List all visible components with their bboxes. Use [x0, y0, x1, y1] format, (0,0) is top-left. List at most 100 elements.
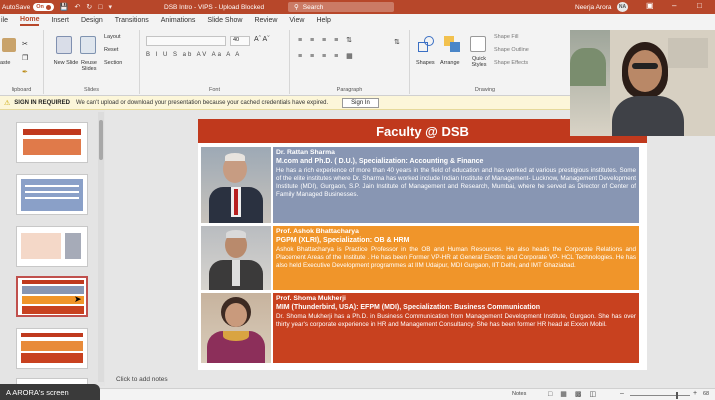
- notes-pane[interactable]: Click to add notes: [106, 376, 715, 388]
- customize-toolbar-icon[interactable]: ▾: [109, 3, 113, 11]
- title-bar: AutoSave On 💾 ↶ ↻ □ ▾ DSB Intro - VIPS -…: [0, 0, 715, 14]
- clipboard-group-label: lipboard: [11, 87, 32, 93]
- tab-transitions[interactable]: Transitions: [115, 17, 149, 25]
- faculty-qualification: M.com and Ph.D. ( D.U.), Specialization:…: [276, 157, 484, 165]
- tab-home[interactable]: Home: [20, 16, 40, 26]
- document-title: DSB Intro - VIPS - Upload Blocked: [164, 3, 265, 11]
- slides-group: New Slide Reuse Slides Layout Reset Sect…: [44, 30, 140, 94]
- tab-animations[interactable]: Animations: [161, 17, 196, 25]
- font-name-dropdown[interactable]: [146, 36, 226, 46]
- redo-icon[interactable]: ↻: [86, 3, 92, 11]
- new-slide-icon[interactable]: [56, 36, 72, 54]
- font-size-dropdown[interactable]: 40: [230, 36, 250, 46]
- warning-icon: ⚠: [4, 99, 11, 107]
- quick-styles-icon[interactable]: [470, 36, 486, 52]
- autosave-toggle[interactable]: On: [33, 3, 54, 11]
- shape-fill-button[interactable]: Shape Fill: [494, 34, 518, 40]
- shapes-button[interactable]: Shapes: [416, 60, 435, 66]
- ribbon-tabs: ile Home Insert Design Transitions Anima…: [0, 14, 715, 28]
- copy-icon[interactable]: ❐: [22, 54, 28, 62]
- autosave-state: On: [36, 4, 44, 10]
- slide-canvas[interactable]: Faculty @ DSB Dr. Rattan Sharma M.com an…: [198, 119, 647, 370]
- ribbon-display-icon[interactable]: ▣: [646, 1, 654, 10]
- slide-thumbnail-pane: ➤: [0, 110, 105, 386]
- view-buttons[interactable]: □▦▩◫: [548, 390, 604, 398]
- avatar[interactable]: NA: [617, 2, 628, 12]
- toggle-knob: [45, 4, 51, 10]
- notes-placeholder[interactable]: Click to add notes: [116, 376, 168, 383]
- save-icon[interactable]: 💾: [60, 3, 69, 11]
- align-buttons[interactable]: ≡ ≡ ≡ ≡ ▦: [298, 52, 356, 60]
- tab-insert[interactable]: Insert: [51, 17, 69, 25]
- slide-editor: Faculty @ DSB Dr. Rattan Sharma M.com an…: [106, 110, 715, 376]
- paste-icon[interactable]: [2, 38, 16, 52]
- slide-thumbnail[interactable]: [16, 122, 88, 163]
- font-group-label: Font: [208, 87, 220, 93]
- text-direction-icon[interactable]: ⇅: [394, 38, 400, 46]
- shape-outline-button[interactable]: Shape Outline: [494, 47, 529, 53]
- faculty-photo[interactable]: [201, 226, 271, 290]
- autosave-label: AutoSave: [2, 3, 31, 11]
- faculty-photo[interactable]: [201, 293, 271, 363]
- thumbnail-scrollbar[interactable]: [98, 112, 104, 382]
- status-bar: Notes □▦▩◫ – + 68: [0, 388, 715, 400]
- notes-toggle-button[interactable]: Notes: [512, 391, 526, 397]
- reuse-slides-icon[interactable]: [80, 36, 96, 54]
- arrange-button[interactable]: Arrange: [440, 60, 460, 66]
- slides-group-label: Slides: [84, 87, 99, 93]
- faculty-name: Prof. Ashok Bhattacharya: [276, 228, 359, 235]
- zoom-slider[interactable]: [630, 395, 690, 396]
- minimize-icon[interactable]: –: [672, 1, 676, 10]
- slide-thumbnail[interactable]: [16, 328, 88, 369]
- user-name[interactable]: Neerja Arora: [575, 4, 612, 11]
- shape-effects-button[interactable]: Shape Effects: [494, 60, 528, 66]
- tab-slide-show[interactable]: Slide Show: [207, 17, 242, 25]
- tab-review[interactable]: Review: [254, 17, 277, 25]
- maximize-icon[interactable]: □: [697, 1, 702, 10]
- zoom-in-icon[interactable]: +: [693, 390, 697, 397]
- tab-design[interactable]: Design: [81, 17, 103, 25]
- faculty-bio: Dr. Shoma Mukherji has a Ph.D. in Busine…: [276, 312, 636, 328]
- faculty-photo[interactable]: [201, 147, 271, 223]
- tab-file[interactable]: ile: [1, 17, 8, 25]
- tab-view[interactable]: View: [289, 17, 304, 25]
- reset-button[interactable]: Reset: [104, 47, 118, 53]
- zoom-level[interactable]: 68: [703, 391, 709, 397]
- list-buttons[interactable]: ≡ ≡ ≡ ≡ ⇅: [298, 36, 355, 44]
- screen-share-label: A ARORA's screen: [0, 384, 100, 400]
- new-slide-button[interactable]: New Slide: [53, 60, 79, 66]
- arrange-icon[interactable]: [444, 36, 462, 54]
- paste-label[interactable]: aste: [0, 60, 10, 66]
- font-group: 40 Aˆ Aˇ B I U S ab AV Aa A A Font: [140, 30, 290, 94]
- drawing-group: Shapes Arrange Quick Styles Shape Fill S…: [410, 30, 560, 94]
- undo-icon[interactable]: ↶: [75, 3, 81, 11]
- slide-thumbnail-selected[interactable]: ➤: [16, 276, 88, 317]
- zoom-out-icon[interactable]: –: [620, 390, 624, 397]
- search-input[interactable]: ⚲ Search: [288, 2, 394, 12]
- layout-button[interactable]: Layout: [104, 34, 121, 40]
- faculty-name: Prof. Shoma Mukherji: [276, 295, 346, 302]
- slide-thumbnail[interactable]: [16, 226, 88, 267]
- faculty-bio: Ashok Bhattacharya is Practice Professor…: [276, 245, 636, 269]
- quick-styles-button[interactable]: Quick Styles: [468, 56, 490, 69]
- font-format-buttons[interactable]: B I U S ab AV Aa A A: [146, 52, 241, 58]
- cut-icon[interactable]: ✂: [22, 40, 28, 48]
- sign-in-button[interactable]: Sign In: [342, 97, 379, 108]
- webcam-video: [570, 30, 715, 136]
- present-icon[interactable]: □: [98, 4, 102, 11]
- mouse-cursor-icon: ➤: [74, 294, 82, 304]
- tab-help[interactable]: Help: [316, 17, 330, 25]
- grow-font-icon[interactable]: Aˆ Aˇ: [254, 36, 270, 43]
- search-placeholder: Search: [302, 3, 324, 11]
- scrollbar-handle[interactable]: [99, 120, 103, 160]
- section-button[interactable]: Section: [104, 60, 122, 66]
- reuse-slides-button[interactable]: Reuse Slides: [77, 60, 101, 73]
- shapes-icon[interactable]: [418, 36, 436, 54]
- zoom-slider-thumb[interactable]: [676, 392, 678, 399]
- faculty-qualification: MIM (Thunderbird, USA): EFPM (MDI), Spec…: [276, 303, 541, 311]
- notification-title: SIGN IN REQUIRED: [14, 99, 70, 106]
- format-painter-icon[interactable]: ✒: [22, 68, 28, 76]
- slide-thumbnail[interactable]: [16, 174, 88, 215]
- faculty-info-box: Prof. Shoma Mukherji MIM (Thunderbird, U…: [273, 293, 639, 363]
- notification-message: We can't upload or download your present…: [75, 99, 329, 106]
